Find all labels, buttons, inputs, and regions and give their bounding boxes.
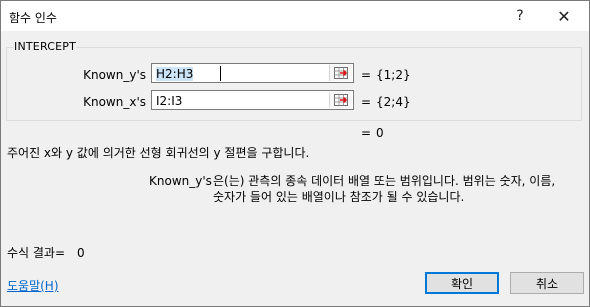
- formula-result-label: 수식 결과=: [7, 246, 66, 260]
- arg-description-line1: 은(는) 관측의 종속 데이터 배열 또는 범위입니다. 범위는 숫자, 이름,: [213, 174, 556, 188]
- text-caret: [220, 66, 221, 81]
- cancel-button-label: 취소: [535, 276, 559, 291]
- ok-button[interactable]: 확인: [425, 272, 499, 294]
- close-icon: ✕: [557, 6, 571, 26]
- arg-description-line2: 숫자가 들어 있는 배열이나 참조가 될 수 있습니다.: [213, 190, 465, 204]
- arg-label-known-xs: Known_x's: [83, 95, 146, 109]
- function-equals: =: [361, 126, 372, 140]
- known-xs-range-button[interactable]: [329, 92, 352, 108]
- arg1-equals: =: [361, 68, 372, 82]
- arg1-result: {1;2}: [376, 68, 411, 82]
- help-button[interactable]: ?: [500, 1, 540, 31]
- known-xs-value: I2:I3: [156, 94, 183, 108]
- arg-label-known-ys: Known_y's: [83, 68, 146, 82]
- known-xs-input[interactable]: I2:I3: [151, 90, 354, 110]
- help-icon: ?: [516, 8, 524, 24]
- function-description: 주어진 x와 y 값에 의거한 선형 회귀선의 y 절편을 구합니다.: [7, 146, 310, 160]
- range-selector-icon: [334, 94, 348, 106]
- range-selector-icon: [334, 67, 348, 79]
- help-link[interactable]: 도움말(H): [7, 277, 59, 294]
- known-ys-range-button[interactable]: [329, 65, 352, 81]
- formula-result-value: 0: [77, 246, 85, 260]
- function-arguments-dialog: 함수 인수 ? ✕ INTERCEPT Known_y's H2:H3 = {1…: [0, 0, 590, 307]
- known-ys-value: H2:H3: [156, 67, 194, 81]
- arg-description-name: Known_y's: [149, 174, 212, 188]
- cancel-button[interactable]: 취소: [510, 272, 584, 294]
- title-bar: 함수 인수 ? ✕: [1, 1, 589, 31]
- function-name: INTERCEPT: [13, 40, 78, 53]
- arg2-result: {2;4}: [376, 95, 411, 109]
- known-ys-input[interactable]: H2:H3: [151, 63, 354, 83]
- close-button[interactable]: ✕: [544, 1, 584, 31]
- function-result: 0: [376, 126, 384, 140]
- ok-button-label: 확인: [450, 276, 474, 291]
- arg2-equals: =: [361, 95, 372, 109]
- dialog-title: 함수 인수: [9, 11, 57, 25]
